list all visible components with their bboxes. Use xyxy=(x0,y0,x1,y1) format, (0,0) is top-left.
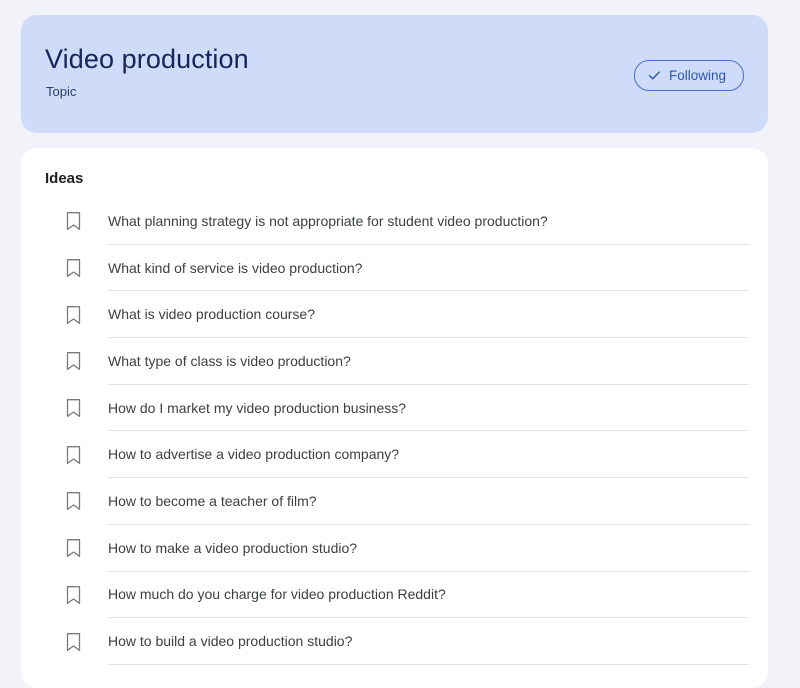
bookmark-icon[interactable] xyxy=(64,584,83,605)
bookmark-icon[interactable] xyxy=(64,304,83,325)
list-item-label: How to advertise a video production comp… xyxy=(108,446,400,463)
list-item-label: How do I market my video production busi… xyxy=(108,399,407,416)
page-title: Video production xyxy=(45,44,249,74)
ideas-list: What planning strategy is not appropriat… xyxy=(21,198,768,665)
following-button[interactable]: Following xyxy=(633,60,744,91)
bookmark-icon[interactable] xyxy=(64,491,83,512)
list-item-label: What kind of service is video production… xyxy=(108,259,363,276)
topic-header-card: Video production Topic Following xyxy=(21,15,768,133)
bookmark-icon[interactable] xyxy=(64,351,83,372)
list-item[interactable]: How much do you charge for video product… xyxy=(21,572,768,619)
list-item[interactable]: What type of class is video production? xyxy=(21,338,768,385)
list-item-label: How to make a video production studio? xyxy=(108,539,358,556)
topic-type-label: Topic xyxy=(46,84,77,99)
list-item-label: What type of class is video production? xyxy=(108,352,351,369)
list-item[interactable]: What kind of service is video production… xyxy=(21,245,768,292)
bookmark-icon[interactable] xyxy=(64,631,83,652)
bookmark-icon[interactable] xyxy=(64,211,83,232)
list-item-label: What is video production course? xyxy=(108,306,315,323)
following-button-label: Following xyxy=(668,67,726,83)
bookmark-icon[interactable] xyxy=(64,538,83,559)
bookmark-icon[interactable] xyxy=(64,444,83,465)
list-item[interactable]: What is video production course? xyxy=(21,291,768,339)
list-item[interactable]: How to build a video production studio? xyxy=(21,618,768,665)
list-item-label: How to build a video production studio? xyxy=(108,633,353,650)
bookmark-icon[interactable] xyxy=(64,258,83,279)
list-item[interactable]: How do I market my video production busi… xyxy=(21,385,768,432)
list-item-label: How much do you charge for video product… xyxy=(108,586,446,603)
bookmark-icon[interactable] xyxy=(64,398,83,419)
list-item-label: What planning strategy is not appropriat… xyxy=(108,212,548,229)
list-item[interactable]: What planning strategy is not appropriat… xyxy=(21,198,768,245)
list-item[interactable]: How to become a teacher of film? xyxy=(21,478,768,525)
ideas-heading: Ideas xyxy=(45,170,84,187)
list-divider xyxy=(108,663,749,665)
check-icon xyxy=(648,69,661,82)
ideas-card: Ideas What planning strategy is not appr… xyxy=(21,148,768,688)
list-item-label: How to become a teacher of film? xyxy=(108,492,317,509)
list-item[interactable]: How to advertise a video production comp… xyxy=(21,431,768,479)
list-item[interactable]: How to make a video production studio? xyxy=(21,525,768,572)
